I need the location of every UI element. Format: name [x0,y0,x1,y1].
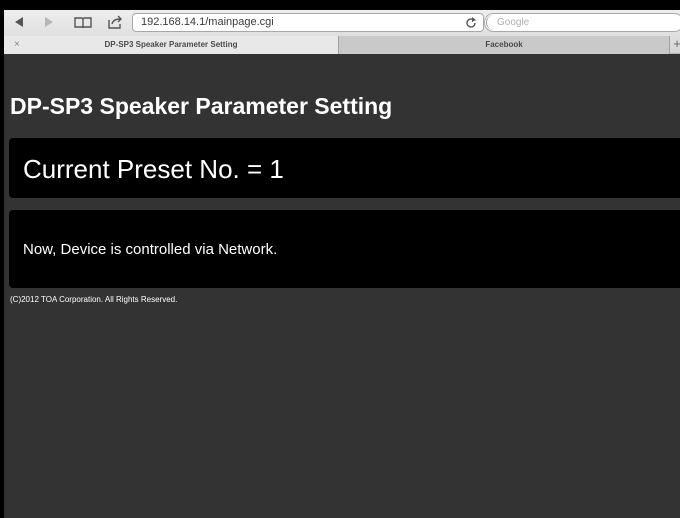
preset-panel: Current Preset No. = 1 [9,138,680,198]
reload-button[interactable] [464,16,478,30]
copyright-text: (C)2012 TOA Corporation. All Rights Rese… [10,295,178,304]
page-content: DP-SP3 Speaker Parameter Setting Current… [4,55,680,518]
reload-icon [466,17,476,28]
search-field[interactable]: Google [484,13,680,32]
page-title: DP-SP3 Speaker Parameter Setting [10,93,393,119]
forward-button[interactable] [38,14,60,30]
top-bezel [0,0,680,10]
back-button[interactable] [8,14,30,30]
tab-facebook[interactable]: Facebook [338,36,670,54]
close-tab-icon[interactable]: × [14,36,20,54]
book-icon [74,17,92,28]
tab-label: DP-SP3 Speaker Parameter Setting [104,40,238,49]
forward-arrow-icon [45,17,53,27]
status-panel: Now, Device is controlled via Network. [9,210,680,288]
browser-toolbar: 192.168.14.1/mainpage.cgi Google × DP-SP… [4,10,680,54]
tab-dp-sp3[interactable]: × DP-SP3 Speaker Parameter Setting [4,36,338,54]
back-arrow-icon [15,17,23,27]
share-icon [108,15,122,29]
current-preset-text: Current Preset No. = 1 [23,154,284,184]
url-field[interactable]: 192.168.14.1/mainpage.cgi [132,13,484,32]
browser-window: 192.168.14.1/mainpage.cgi Google × DP-SP… [4,10,680,518]
bookmarks-button[interactable] [72,14,94,30]
control-status-text: Now, Device is controlled via Network. [23,241,278,258]
new-tab-button[interactable]: + [670,36,680,54]
tab-label: Facebook [485,40,523,49]
share-button[interactable] [104,14,126,30]
tab-bar: × DP-SP3 Speaker Parameter Setting Faceb… [4,36,680,54]
search-field-edge [486,15,494,30]
